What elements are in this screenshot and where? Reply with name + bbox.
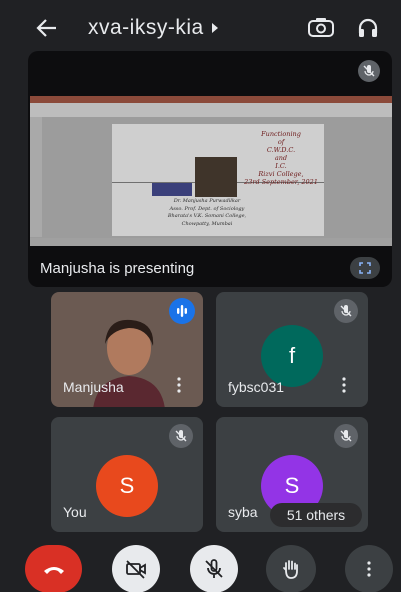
app-ribbon xyxy=(30,96,392,103)
end-call-icon xyxy=(43,567,64,574)
camera-toggle-button[interactable] xyxy=(112,545,160,592)
slide-thumbnails xyxy=(30,117,42,237)
slide-subtitle: Dr. Manjusha Purwadilkar Asso. Prof. Dep… xyxy=(152,198,262,228)
app-status-bar xyxy=(30,238,392,246)
slide-title: Functioning of C.W.D.C. and I.C. Rizvi C… xyxy=(240,130,322,186)
others-count-button[interactable]: 51 others xyxy=(270,503,362,527)
slide-accent xyxy=(152,183,192,196)
raise-hand-icon xyxy=(283,560,298,579)
more-vert-icon[interactable] xyxy=(177,377,181,393)
participant-tile[interactable]: f fybsc031 xyxy=(216,292,368,407)
camera-off-icon xyxy=(126,560,146,579)
fullscreen-icon xyxy=(359,262,371,274)
slide: Functioning of C.W.D.C. and I.C. Rizvi C… xyxy=(112,124,324,236)
slide-title-line: and xyxy=(274,154,288,162)
avatar: f xyxy=(261,325,323,387)
slide-sub-line: Bharata's V.K. Somani College, xyxy=(167,213,247,219)
switch-camera-icon[interactable] xyxy=(307,16,335,40)
slide-photo xyxy=(195,157,237,197)
speaking-indicator-icon xyxy=(169,298,195,324)
mic-off-icon xyxy=(358,60,380,82)
participant-name: fybsc031 xyxy=(228,379,285,395)
slide-title-line: Functioning xyxy=(261,130,301,138)
mic-toggle-button[interactable] xyxy=(190,545,238,592)
mic-off-icon xyxy=(334,424,358,448)
caret-right-icon[interactable] xyxy=(212,23,218,33)
presenting-label: Manjusha is presenting xyxy=(40,260,195,277)
meeting-code[interactable]: xva-iksy-kia xyxy=(88,16,204,40)
slide-title-line: of xyxy=(277,138,285,146)
end-call-button[interactable] xyxy=(25,545,82,592)
raise-hand-button[interactable] xyxy=(266,545,316,592)
slide-sub-line: Dr. Manjusha Purwadilkar xyxy=(173,198,241,204)
participant-name: You xyxy=(63,504,87,520)
slide-title-line: C.W.D.C. xyxy=(266,146,296,154)
slide-title-line: I.C. xyxy=(275,162,287,170)
more-vert-icon[interactable] xyxy=(342,377,346,393)
shared-screen: Functioning of C.W.D.C. and I.C. Rizvi C… xyxy=(30,96,392,246)
slide-title-line: 23rd September, 2021 xyxy=(244,178,318,186)
fullscreen-button[interactable] xyxy=(350,257,380,279)
participant-name: Manjusha xyxy=(63,379,124,395)
slide-title-line: Rizvi College, xyxy=(258,170,304,178)
participant-name: syba xyxy=(228,504,258,520)
mic-off-icon xyxy=(169,424,193,448)
avatar: S xyxy=(96,455,158,517)
more-options-button[interactable] xyxy=(345,545,393,592)
more-options-icon xyxy=(367,561,371,577)
headphones-icon[interactable] xyxy=(357,16,379,40)
slide-sub-line: Chowpatty, Mumbai xyxy=(181,220,233,227)
mic-off-icon xyxy=(205,559,223,578)
presentation-tile[interactable]: Functioning of C.W.D.C. and I.C. Rizvi C… xyxy=(28,51,392,287)
participant-tile[interactable]: S You xyxy=(51,417,203,532)
app-toolbar xyxy=(30,103,392,117)
slide-sub-line: Asso. Prof. Dept. of Sociology xyxy=(169,205,245,212)
mic-off-icon xyxy=(334,299,358,323)
back-arrow-icon[interactable] xyxy=(36,14,58,42)
top-bar: xva-iksy-kia xyxy=(0,0,401,56)
participant-tile[interactable]: Manjusha xyxy=(51,292,203,407)
